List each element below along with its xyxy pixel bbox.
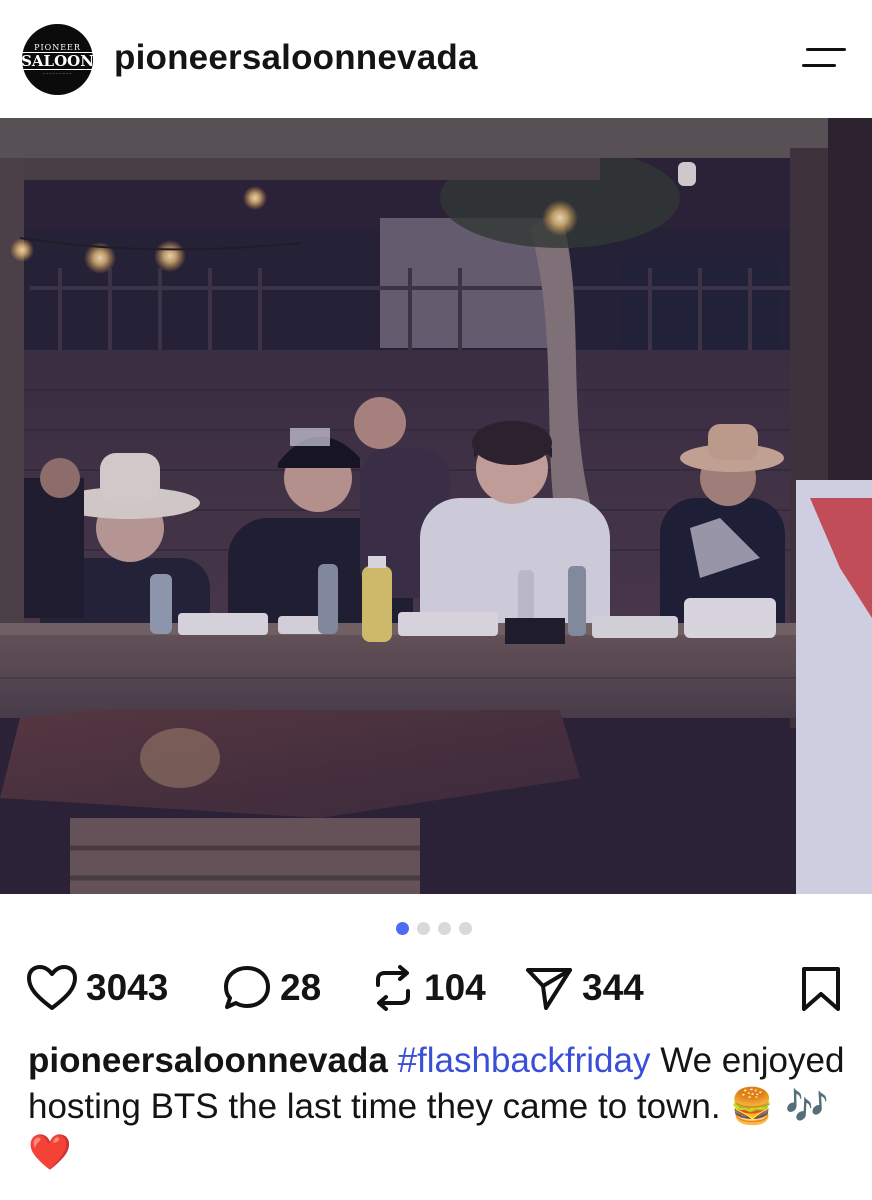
post-header: PIONEER SALOON ~~~~~~~~~ pioneersaloonne… (0, 0, 872, 118)
carousel-dot[interactable] (438, 922, 451, 935)
post-photo-illustration (0, 118, 872, 894)
repost-count: 104 (424, 967, 486, 1008)
comment-icon (224, 966, 270, 1009)
like-count: 3043 (86, 967, 169, 1008)
bookmark-button[interactable] (800, 966, 842, 1017)
avatar-logo-top: PIONEER (34, 42, 81, 52)
profile-avatar[interactable]: PIONEER SALOON ~~~~~~~~~ (19, 24, 96, 95)
caption-username[interactable]: pioneersaloonnevada (28, 1041, 388, 1080)
comment-count: 28 (280, 967, 322, 1008)
carousel-dot[interactable] (396, 922, 409, 935)
menu-icon[interactable] (800, 45, 846, 71)
repost-button[interactable]: 104 (370, 962, 486, 1014)
caption-hashtag[interactable]: #flashbackfriday (398, 1041, 651, 1080)
header-username[interactable]: pioneersaloonnevada (114, 38, 478, 78)
carousel-dot[interactable] (417, 922, 430, 935)
carousel-indicator (396, 922, 472, 935)
carousel-dot[interactable] (459, 922, 472, 935)
post-actions: 3043 28 104 344 (26, 962, 846, 1014)
share-button[interactable]: 344 (524, 962, 644, 1014)
avatar-logo-sub: ~~~~~~~~~ (42, 70, 73, 76)
like-button[interactable]: 3043 (26, 962, 168, 1014)
heart-icon (27, 965, 77, 1010)
repost-icon (376, 965, 410, 1011)
comment-button[interactable]: 28 (222, 962, 321, 1014)
post-caption: pioneersaloonnevada #flashbackfriday We … (28, 1038, 848, 1176)
bookmark-icon (802, 967, 840, 1011)
post-photo[interactable] (0, 118, 872, 894)
share-icon (526, 968, 572, 1010)
share-count: 344 (582, 967, 644, 1008)
avatar-logo-main: SALOON (19, 51, 96, 70)
